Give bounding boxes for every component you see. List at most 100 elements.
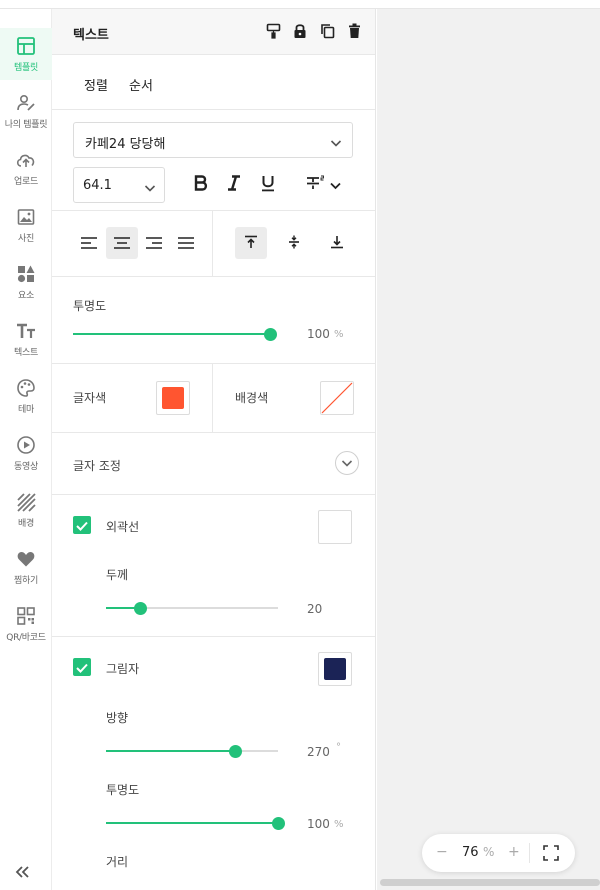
opacity-slider[interactable] — [73, 328, 277, 341]
valign-middle-button[interactable] — [278, 227, 310, 259]
outline-color-swatch[interactable] — [318, 510, 352, 544]
sidebar-item-photo[interactable]: 사진 — [0, 199, 52, 251]
tab-order[interactable]: 순서 — [129, 75, 153, 94]
copy-icon[interactable] — [319, 23, 335, 39]
sidebar-item-favorites[interactable]: 찜하기 — [0, 541, 52, 593]
opacity-section: 투명도 100 % — [52, 277, 375, 364]
slider-knob[interactable] — [264, 328, 277, 341]
double-chevron-left-icon — [15, 864, 31, 883]
sidebar-item-label: 사진 — [18, 234, 34, 244]
bg-color-swatch[interactable] — [320, 381, 354, 415]
shadow-opacity-slider[interactable] — [106, 817, 285, 830]
bg-color-label: 배경색 — [235, 391, 269, 405]
cloud-upload-icon — [15, 149, 37, 171]
align-right-button[interactable] — [138, 227, 170, 259]
direction-slider[interactable] — [106, 745, 278, 758]
sidebar-item-label: 요소 — [18, 291, 34, 301]
shadow-opacity-label: 투명도 — [106, 783, 140, 797]
font-size-select[interactable]: 64.1 — [73, 167, 165, 203]
thickness-label: 두께 — [106, 568, 129, 582]
text-adjust-section[interactable]: 글자 조정 — [52, 433, 375, 495]
slider-knob[interactable] — [272, 817, 285, 830]
sidebar-item-label: 업로드 — [14, 177, 38, 187]
panel-title: 텍스트 — [73, 28, 109, 43]
outline-label: 외곽선 — [106, 520, 140, 534]
user-edit-icon — [15, 92, 37, 114]
zoom-unit: % — [483, 845, 495, 859]
direction-label: 방향 — [106, 711, 129, 725]
slider-knob[interactable] — [134, 602, 148, 615]
strikethrough-options-button[interactable] — [302, 172, 344, 198]
divider — [212, 211, 213, 277]
sidebar-item-text[interactable]: 텍스트 — [0, 313, 52, 365]
shadow-color-fill — [324, 658, 346, 680]
font-section: 카페24 당당해 64.1 — [52, 110, 375, 211]
outline-checkbox[interactable] — [73, 516, 91, 534]
zoom-in-button[interactable]: + — [508, 844, 520, 860]
align-center-button[interactable] — [106, 227, 138, 259]
shadow-color-swatch[interactable] — [318, 652, 352, 686]
text-adjust-label: 글자 조정 — [73, 459, 121, 473]
sidebar-item-upload[interactable]: 업로드 — [0, 142, 52, 194]
sidebar-item-background[interactable]: 배경 — [0, 484, 52, 536]
underline-icon — [261, 175, 275, 196]
italic-button[interactable] — [225, 172, 243, 198]
canvas-area[interactable] — [377, 9, 600, 890]
lock-icon[interactable] — [292, 23, 308, 39]
shadow-opacity-unit: % — [334, 819, 344, 830]
thickness-slider[interactable] — [106, 602, 278, 615]
shadow-section: 그림자 방향 270 ° 투명도 100 % 거리 — [52, 637, 375, 890]
shadow-checkbox[interactable] — [73, 658, 91, 676]
underline-button[interactable] — [259, 172, 277, 198]
sidebar-item-label: 찜하기 — [14, 576, 38, 586]
expand-button[interactable] — [335, 451, 359, 475]
no-color-icon — [321, 382, 353, 414]
sidebar-item-label: 동영상 — [14, 462, 38, 472]
slider-fill — [106, 750, 235, 752]
align-bottom-icon — [330, 234, 344, 253]
format-painter-icon[interactable] — [265, 23, 281, 39]
tab-align[interactable]: 정렬 — [84, 75, 108, 94]
shadow-opacity-value: 100 — [307, 817, 330, 831]
fullscreen-button[interactable] — [543, 845, 559, 865]
align-top-icon — [244, 234, 258, 253]
font-family-select[interactable]: 카페24 당당해 — [73, 122, 353, 158]
slider-fill — [106, 822, 278, 824]
valign-top-button[interactable] — [235, 227, 267, 259]
sidebar-item-label: 배경 — [18, 519, 34, 529]
sidebar-item-label: 텍스트 — [14, 348, 38, 358]
chevron-down-icon — [330, 134, 342, 153]
sidebar-item-qr[interactable]: QR/바코드 — [0, 598, 52, 650]
panel-tabs: 정렬 순서 — [52, 55, 375, 110]
sidebar-item-template[interactable]: 템플릿 — [0, 28, 52, 80]
sidebar-item-elements[interactable]: 요소 — [0, 256, 52, 308]
valign-bottom-button[interactable] — [321, 227, 353, 259]
bold-button[interactable] — [192, 172, 210, 198]
sidebar-item-video[interactable]: 동영상 — [0, 427, 52, 479]
chevron-down-icon — [341, 454, 353, 473]
opacity-value: 100 — [307, 327, 330, 341]
slider-knob[interactable] — [229, 745, 242, 758]
trash-icon[interactable] — [346, 23, 362, 39]
align-justify-button[interactable] — [170, 227, 202, 259]
text-color-swatch[interactable] — [156, 381, 190, 415]
sidebar-item-theme[interactable]: 테마 — [0, 370, 52, 422]
opacity-unit: % — [334, 329, 344, 340]
sidebar-item-my-template[interactable]: 나의 템플릿 — [0, 85, 52, 137]
font-size-value: 64.1 — [83, 178, 112, 193]
collapse-sidebar-button[interactable] — [12, 862, 34, 884]
sidebar-item-label: QR/바코드 — [6, 633, 46, 643]
text-properties-panel: 텍스트 정렬 순서 카페24 당당해 64.1 투명도 100 % 글자색 배경… — [52, 9, 376, 890]
check-icon — [76, 658, 88, 677]
horizontal-scrollbar[interactable] — [380, 879, 600, 886]
direction-value: 270 — [307, 745, 330, 759]
sidebar-item-label: 나의 템플릿 — [4, 120, 48, 130]
zoom-out-button[interactable]: − — [436, 844, 448, 860]
chevron-down-icon — [144, 179, 156, 198]
font-family-value: 카페24 당당해 — [85, 137, 166, 152]
text-color-fill — [162, 387, 184, 409]
align-justify-icon — [178, 234, 194, 253]
chevron-down-icon — [330, 176, 341, 195]
align-left-button[interactable] — [73, 227, 105, 259]
zoom-value: 76 — [462, 845, 479, 860]
